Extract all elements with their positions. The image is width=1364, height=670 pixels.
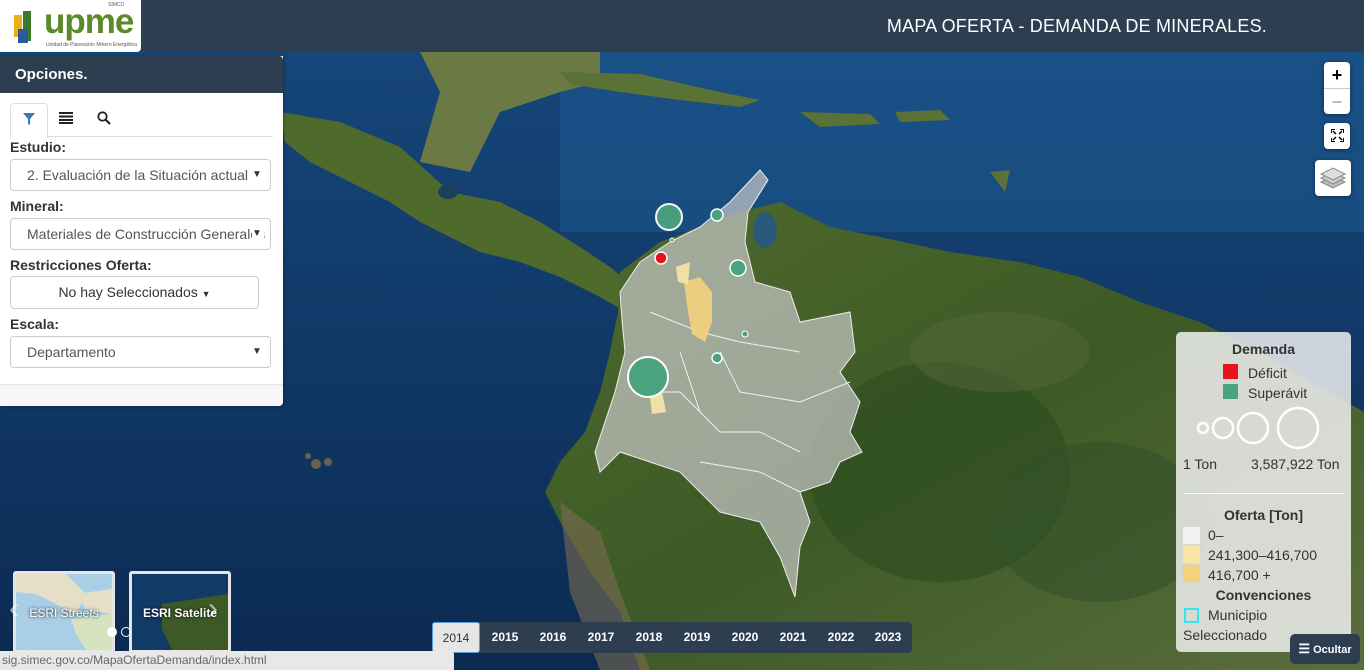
search-icon [97,111,111,125]
escala-value: Departamento [27,344,116,360]
municipio-swatch [1184,608,1199,623]
map-legend: Demanda Déficit Superávit 1 Ton 3,587,92… [1176,332,1351,652]
municipio-label: Municipio [1208,607,1268,623]
mineral-value: Materiales de Construcción Generales [27,226,266,242]
layers-button[interactable] [1315,160,1351,196]
oferta-class-1-label: 241,300–416,700 [1208,547,1317,563]
panel-footer [0,384,283,406]
basemap-streets-label: ESRI Streets [29,606,99,620]
chevron-down-icon: ▼ [252,160,264,190]
zoom-in-button[interactable]: + [1324,62,1350,88]
restricciones-value: No hay Seleccionados [58,284,198,300]
chevron-left-icon[interactable]: ‹ [9,592,19,626]
year-2016[interactable]: 2016 [529,622,577,653]
status-bar-url: sig.simec.gov.co/MapaOfertaDemanda/index… [0,651,454,670]
year-2019[interactable]: 2019 [673,622,721,653]
logo-tiny-text: SIMCO [108,2,125,8]
year-2023[interactable]: 2023 [864,622,912,653]
caret-down-icon: ▼ [201,289,211,299]
oferta-class-1-swatch [1183,546,1200,563]
estudio-label: Estudio: [10,139,66,155]
list-icon [59,112,73,124]
basemap-esri-streets[interactable]: ESRI Streets [13,571,115,653]
escala-select[interactable]: Departamento ▼ [10,336,271,368]
zoom-out-button[interactable]: − [1324,88,1350,114]
superavit-swatch [1223,384,1238,399]
restricciones-dropdown-button[interactable]: No hay Seleccionados ▼ [10,276,259,309]
fullscreen-icon [1329,128,1345,143]
oferta-class-2-label: 416,700 + [1208,567,1271,583]
legend-demanda-title: Demanda [1231,341,1296,357]
chevron-down-icon: ▼ [252,337,264,367]
hide-legend-button[interactable]: ☰ Ocultar [1290,634,1360,664]
year-2014[interactable]: 2014 [432,622,480,653]
estudio-select[interactable]: 2. Evaluación de la Situación actual ▼ [10,159,271,191]
logo-text: upme [44,2,134,41]
municipio-label-2: Seleccionado [1183,627,1268,643]
menu-icon: ☰ [1298,641,1311,656]
year-2015[interactable]: 2015 [481,622,529,653]
superavit-label: Superávit [1248,385,1308,401]
tab-list[interactable] [48,103,84,135]
zoom-control: + − [1324,62,1350,114]
restricciones-label: Restricciones Oferta: [10,257,152,273]
year-2020[interactable]: 2020 [721,622,769,653]
page-title: MAPA OFERTA - DEMANDA DE MINERALES. [886,16,1267,36]
upme-logo[interactable]: upme SIMCO Unidad de Planeación Minero E… [0,0,141,52]
year-2021[interactable]: 2021 [769,622,817,653]
legend-divider [1184,493,1344,494]
proportional-circles-icon [1196,406,1320,450]
deficit-swatch [1223,364,1238,379]
escala-label: Escala: [10,316,60,332]
year-2022[interactable]: 2022 [817,622,865,653]
chevron-right-icon[interactable]: › [208,592,218,626]
legend-convenciones-title: Convenciones [1215,587,1312,603]
layers-icon [1319,167,1347,189]
estudio-value: 2. Evaluación de la Situación actual [27,167,249,183]
carousel-dot-active[interactable] [107,627,117,637]
deficit-label: Déficit [1248,365,1287,381]
chevron-down-icon: ▼ [252,219,264,249]
options-panel: Opciones. Estudio: 2. Evaluación de la S… [0,56,283,406]
year-selector: 2014 2015 2016 2017 2018 2019 2020 2021 … [432,622,912,653]
year-2017[interactable]: 2017 [577,622,625,653]
size-min-label: 1 Ton [1183,456,1217,472]
filter-icon [23,113,35,125]
mineral-label: Mineral: [10,198,64,214]
size-max-label: 3,587,922 Ton [1251,456,1340,472]
year-2018[interactable]: 2018 [625,622,673,653]
tab-search[interactable] [86,103,122,135]
logo-mark-icon [14,11,31,43]
options-title: Opciones. [0,56,283,93]
legend-oferta-title: Oferta [Ton] [1223,507,1304,523]
tab-filter[interactable] [10,103,48,138]
oferta-class-2-swatch [1183,565,1200,582]
mineral-select[interactable]: Materiales de Construcción Generales ▼ [10,218,271,250]
carousel-dot[interactable] [121,627,131,637]
app-header: upme SIMCO Unidad de Planeación Minero E… [0,0,1364,52]
fullscreen-button[interactable] [1324,123,1350,149]
oferta-class-0-swatch [1183,527,1200,544]
oferta-class-0-label: 0– [1208,527,1224,543]
logo-subtitle: Unidad de Planeación Minero Energética [46,42,137,48]
hide-label: Ocultar [1313,644,1352,656]
options-tabs [10,103,273,138]
